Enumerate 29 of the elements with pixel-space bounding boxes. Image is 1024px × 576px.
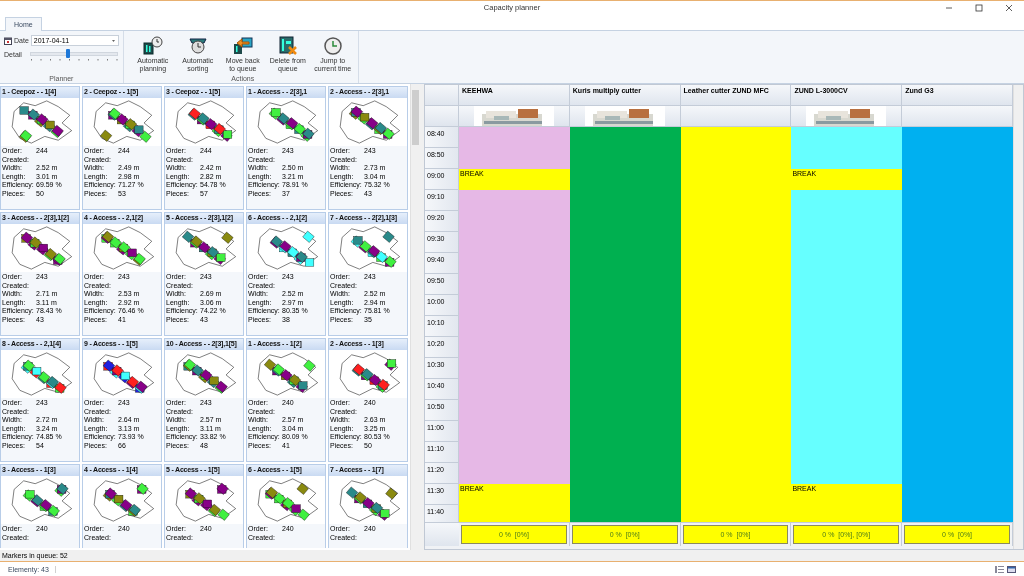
list-view-icon[interactable] <box>995 565 1004 573</box>
maximize-icon[interactable] <box>975 3 983 12</box>
schedule-block[interactable] <box>569 127 681 148</box>
schedule-block[interactable] <box>791 463 903 484</box>
slider-thumb[interactable] <box>65 48 70 58</box>
delete-icon <box>277 36 298 55</box>
schedule-block[interactable] <box>680 127 792 148</box>
move-back-icon <box>232 36 253 55</box>
schedule-block[interactable] <box>569 505 681 522</box>
schedule-block[interactable] <box>459 463 570 484</box>
schedule-block[interactable] <box>459 148 570 169</box>
schedule-block[interactable] <box>902 505 1013 522</box>
calendar-icon <box>4 36 12 45</box>
dropdown-icon[interactable] <box>110 38 116 43</box>
schedule-block[interactable] <box>791 190 903 211</box>
sorting-icon <box>187 36 208 55</box>
footer-corner <box>425 523 459 546</box>
schedule-block[interactable] <box>459 505 570 522</box>
scrollbar[interactable] <box>1013 85 1023 549</box>
detail-slider[interactable] <box>29 48 118 61</box>
window-view-icon[interactable] <box>1007 565 1016 573</box>
schedule-block[interactable] <box>459 127 570 148</box>
close-icon[interactable] <box>1005 3 1013 12</box>
schedule-block[interactable] <box>791 148 903 169</box>
clock-icon <box>322 36 343 55</box>
schedule-block[interactable] <box>459 190 570 211</box>
schedule-block[interactable] <box>902 127 1013 148</box>
schedule-block[interactable] <box>791 127 903 148</box>
planning-icon <box>142 36 163 55</box>
